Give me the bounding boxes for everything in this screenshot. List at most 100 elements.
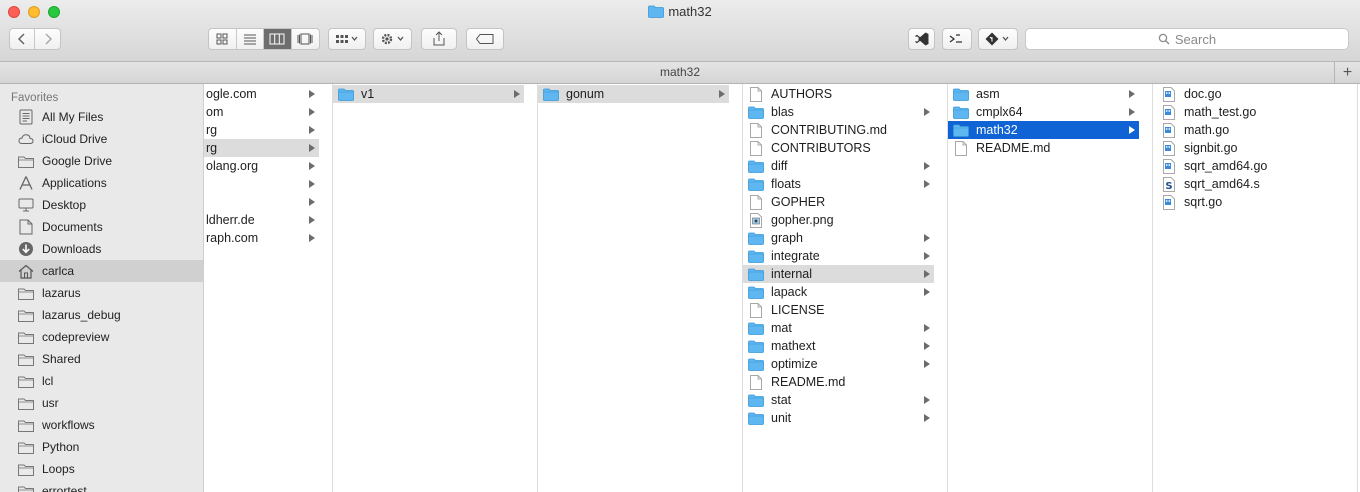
sidebar-item[interactable]: All My Files [0,106,203,128]
grid-view-icon [216,33,228,45]
sidebar-item[interactable]: lazarus_debug [0,304,203,326]
folder-icon [18,153,34,169]
search-field[interactable]: Search [1025,28,1349,50]
sidebar-item[interactable]: Desktop [0,194,203,216]
folder-row[interactable]: unit [743,409,934,427]
disclosure-arrow-icon [309,234,315,242]
window-title-text: math32 [668,4,712,19]
file-row[interactable]: README.md [948,139,1139,157]
sidebar-item[interactable]: Shared [0,348,203,370]
item-label: olang.org [206,159,259,173]
arrange-button[interactable] [328,28,366,50]
sidebar-item[interactable]: Google Drive [0,150,203,172]
item-label: rg [206,123,218,137]
folder-row[interactable]: blas [743,103,934,121]
folder-row[interactable]: stat [743,391,934,409]
sidebar-item[interactable]: lcl [0,370,203,392]
folder-row[interactable]: rg [204,121,319,139]
sidebar-item[interactable]: Python [0,436,203,458]
folder-row[interactable] [204,193,319,211]
column-view-button[interactable] [264,29,292,49]
sidebar-item[interactable]: carlca [0,260,203,282]
folder-icon [748,248,764,264]
folder-row[interactable]: raph.com [204,229,319,247]
file-row[interactable]: sqrt_amd64.go [1153,157,1344,175]
desktop-icon [18,197,34,213]
action-button[interactable] [373,28,412,50]
file-row[interactable]: LICENSE [743,301,934,319]
file-row[interactable]: gopher.png [743,211,934,229]
item-label: internal [771,267,812,281]
terminal-button[interactable] [942,28,972,50]
file-row[interactable]: signbit.go [1153,139,1344,157]
folder-row[interactable]: mat [743,319,934,337]
file-row[interactable]: CONTRIBUTORS [743,139,934,157]
file-row[interactable]: AUTHORS [743,85,934,103]
folder-row[interactable]: optimize [743,355,934,373]
folder-row[interactable] [204,175,319,193]
list-view-icon [243,34,256,45]
folder-row[interactable]: asm [948,85,1139,103]
sidebar-item[interactable]: Applications [0,172,203,194]
folder-row[interactable]: ogle.com [204,85,319,103]
folder-row[interactable]: v1 [333,85,524,103]
folder-row[interactable]: graph [743,229,934,247]
disclosure-arrow-icon [924,396,930,404]
folder-row[interactable]: integrate [743,247,934,265]
folder-row[interactable]: diff [743,157,934,175]
sidebar-item-label: workflows [42,418,95,432]
sidebar: Favorites All My Files iCloud Drive Google… [0,84,204,492]
share-button[interactable] [421,28,457,50]
folder-row[interactable]: lapack [743,283,934,301]
file-row[interactable]: Ssqrt_amd64.s [1153,175,1344,193]
file-row[interactable]: README.md [743,373,934,391]
item-label: gonum [566,87,605,101]
disclosure-arrow-icon [309,126,315,134]
new-tab-button[interactable]: + [1334,62,1360,83]
folder-row[interactable]: om [204,103,319,121]
item-label: sqrt.go [1184,195,1223,209]
sidebar-item-label: lazarus_debug [42,308,121,322]
sidebar-item[interactable]: Documents [0,216,203,238]
window-title: math32 [0,4,1360,21]
sidebar-item[interactable]: codepreview [0,326,203,348]
file-row[interactable]: sqrt.go [1153,193,1344,211]
sidebar-item[interactable]: lazarus [0,282,203,304]
folder-row[interactable]: floats [743,175,934,193]
plus-icon: + [1342,64,1353,81]
folder-row[interactable]: cmplx64 [948,103,1139,121]
sidebar-item[interactable]: workflows [0,414,203,436]
visual-studio-code-button[interactable] [908,28,935,50]
file-row[interactable]: math_test.go [1153,103,1344,121]
icon-view-button[interactable] [209,29,237,49]
file-row[interactable]: CONTRIBUTING.md [743,121,934,139]
sidebar-item[interactable]: Downloads [0,238,203,260]
folder-row[interactable]: math32 [948,121,1139,139]
folder-icon [18,439,34,455]
item-label: cmplx64 [976,105,1023,119]
file-row[interactable]: GOPHER [743,193,934,211]
folder-row[interactable]: mathext [743,337,934,355]
cover-flow-button[interactable] [292,29,319,49]
sidebar-item[interactable]: usr [0,392,203,414]
file-row[interactable]: doc.go [1153,85,1344,103]
folder-icon [18,373,34,389]
folder-row[interactable]: ldherr.de [204,211,319,229]
sidebar-item[interactable]: iCloud Drive [0,128,203,150]
folder-row[interactable]: internal [743,265,934,283]
folder-icon [18,307,34,323]
list-view-button[interactable] [237,29,264,49]
folder-row[interactable]: gonum [538,85,729,103]
tags-button[interactable] [466,28,504,50]
sidebar-item[interactable]: errortest [0,480,203,492]
item-label: AUTHORS [771,87,833,101]
folder-row[interactable]: rg [204,139,319,157]
forward-button[interactable] [35,29,60,49]
file-row[interactable]: math.go [1153,121,1344,139]
back-button[interactable] [10,29,36,49]
folder-icon [338,86,354,102]
folder-row[interactable]: olang.org [204,157,319,175]
git-button[interactable] [978,28,1018,50]
tab-title[interactable]: math32 [660,65,700,79]
sidebar-item[interactable]: Loops [0,458,203,480]
